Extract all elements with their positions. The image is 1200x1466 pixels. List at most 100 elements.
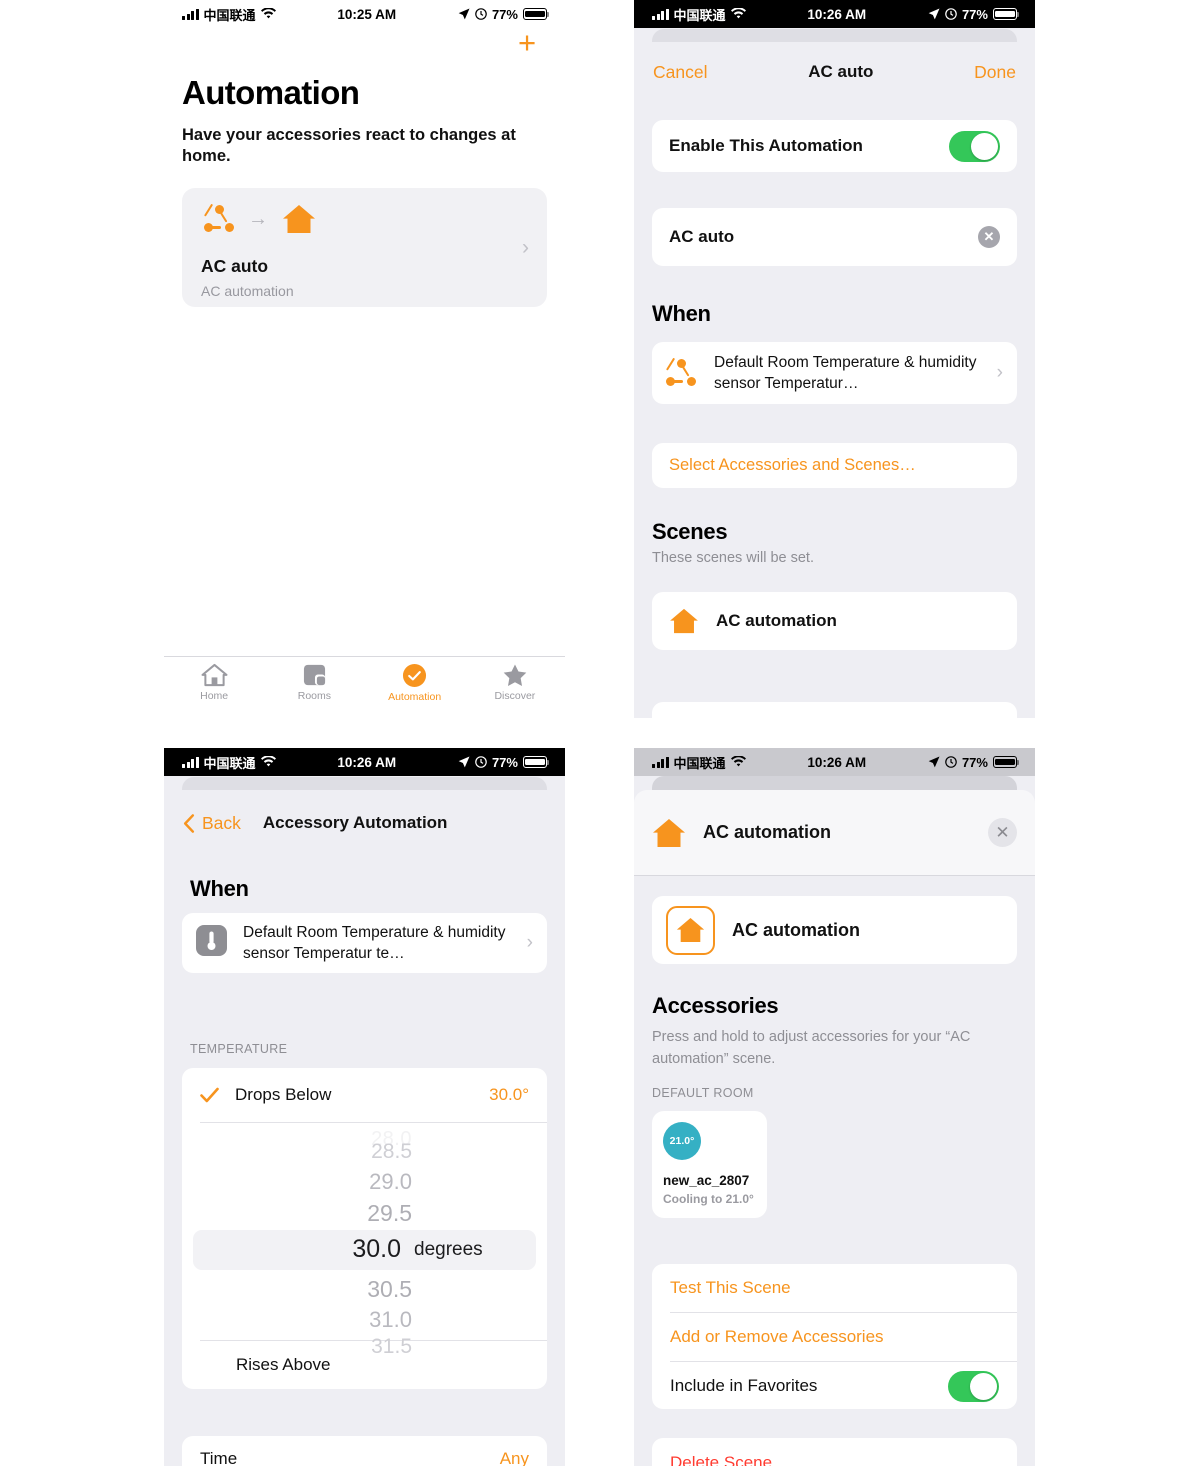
wifi-icon — [260, 756, 276, 767]
chevron-right-icon: › — [526, 932, 533, 953]
close-circle-icon[interactable]: ✕ — [988, 818, 1017, 847]
location-arrow-icon — [458, 8, 470, 20]
include-in-favorites-toggle[interactable] — [948, 1370, 999, 1402]
when-heading: When — [652, 301, 711, 326]
signal-bars-icon — [652, 8, 669, 20]
wifi-icon — [730, 756, 746, 767]
when-trigger-text: Default Room Temperature & humidity sens… — [714, 354, 977, 392]
scene-name-row[interactable]: AC automation — [652, 896, 1017, 964]
battery-icon — [992, 8, 1020, 20]
checkmark-icon — [200, 1087, 219, 1103]
cancel-button[interactable]: Cancel — [653, 62, 707, 83]
enable-automation-toggle[interactable] — [949, 130, 1000, 162]
picker-option: 31.5 — [371, 1335, 412, 1358]
signal-bars-icon — [182, 756, 199, 768]
carrier-label: 中国联通 — [673, 755, 726, 771]
picker-unit-label: degrees — [414, 1239, 483, 1260]
tab-rooms[interactable]: Rooms — [264, 663, 364, 702]
when-trigger-text: Default Room Temperature & humidity sens… — [243, 924, 506, 962]
include-in-favorites-row[interactable]: Include in Favorites — [652, 1362, 1017, 1409]
clock-label: 10:25 AM — [337, 6, 397, 22]
picker-option: 31.0 — [369, 1307, 412, 1332]
when-trigger-row[interactable]: Default Room Temperature & humidity sens… — [182, 913, 547, 973]
scene-detail-header: AC automation ✕ — [634, 790, 1035, 875]
automation-edit-panel: 中国联通 10:26 AM 77% Cancel AC auto Done En… — [634, 0, 1035, 718]
add-or-remove-accessories-label: Add or Remove Accessories — [670, 1327, 884, 1346]
picker-option: 30.5 — [367, 1276, 412, 1302]
page-title: Automation — [182, 74, 360, 111]
signal-bars-icon — [182, 8, 199, 20]
location-arrow-icon — [458, 756, 470, 768]
sensor-nodes-icon — [665, 357, 696, 387]
time-row[interactable]: Time Any — [182, 1436, 547, 1466]
scene-detail-title: AC automation — [703, 822, 831, 842]
accessory-tile[interactable]: 21.0° new_ac_2807 Cooling to 21.0° — [652, 1111, 767, 1218]
tab-automation[interactable]: Automation — [365, 663, 465, 703]
alarm-icon — [475, 756, 487, 768]
alarm-icon — [945, 756, 957, 768]
house-icon — [653, 818, 685, 847]
chevron-left-icon — [183, 813, 195, 833]
edit-sheet: Cancel AC auto Done Enable This Automati… — [634, 42, 1035, 718]
select-accessories-and-scenes-button[interactable]: Select Accessories and Scenes… — [652, 443, 1017, 488]
tab-discover[interactable]: Discover — [465, 663, 565, 702]
tab-bar: Home Rooms Automation Discover — [164, 656, 565, 718]
scene-row[interactable]: AC automation — [652, 592, 1017, 650]
accessory-temperature-badge: 21.0° — [663, 1122, 701, 1160]
house-icon — [670, 608, 698, 634]
scene-actions-card: Test This Scene Add or Remove Accessorie… — [652, 1264, 1017, 1409]
battery-percent-label: 77% — [491, 754, 518, 770]
delete-scene-card[interactable]: Delete Scene — [652, 1438, 1017, 1466]
scene-icon-frame — [666, 905, 715, 955]
automation-name-field[interactable]: AC auto ✕ — [652, 208, 1017, 266]
when-trigger-row[interactable]: Default Room Temperature & humidity sens… — [652, 342, 1017, 404]
carrier-label: 中国联通 — [203, 7, 256, 23]
drops-below-label: Drops Below — [235, 1085, 332, 1104]
drops-below-row[interactable]: Drops Below 30.0° — [182, 1068, 547, 1122]
time-label: Time — [200, 1449, 238, 1466]
house-icon — [676, 918, 705, 942]
status-bar: 中国联通 10:25 AM 77% — [164, 0, 565, 28]
enable-automation-row[interactable]: Enable This Automation — [652, 120, 1017, 172]
test-this-scene-label: Test This Scene — [670, 1278, 791, 1297]
temperature-group-header: TEMPERATURE — [190, 1042, 288, 1056]
status-bar: 中国联通 10:26 AM 77% — [634, 748, 1035, 776]
alarm-icon — [945, 8, 957, 20]
scene-row-label: AC automation — [716, 611, 837, 630]
automation-card[interactable]: → AC auto AC automation › — [182, 188, 547, 307]
arrow-right-icon: → — [248, 208, 268, 230]
add-or-remove-accessories-button[interactable]: Add or Remove Accessories — [652, 1313, 1017, 1361]
time-value: Any — [499, 1449, 529, 1466]
next-card-peek[interactable] — [652, 702, 1017, 718]
battery-icon — [522, 756, 550, 768]
star-icon — [503, 664, 527, 687]
sheet-nav-bar: Cancel AC auto Done — [634, 42, 1035, 102]
accessory-automation-panel: 中国联通 10:26 AM 77% Back Accessory Automat… — [164, 748, 565, 1466]
tab-label: Home — [200, 690, 229, 702]
status-bar: 中国联通 10:26 AM 77% — [634, 0, 1035, 28]
automation-card-name: AC auto — [201, 256, 269, 276]
thermometer-icon — [196, 925, 227, 961]
test-this-scene-button[interactable]: Test This Scene — [652, 1264, 1017, 1312]
temperature-picker[interactable]: 28.0 28.5 29.0 29.5 30.0 degrees 30.5 31… — [182, 1123, 547, 1358]
tab-label: Discover — [494, 690, 536, 702]
accessory-state: Cooling to 21.0° — [663, 1192, 754, 1206]
done-button[interactable]: Done — [974, 62, 1016, 83]
status-bar: 中国联通 10:26 AM 77% — [164, 748, 565, 776]
automation-check-icon — [403, 663, 427, 688]
wifi-icon — [730, 8, 746, 19]
enable-automation-label: Enable This Automation — [669, 136, 863, 155]
house-outline-icon — [201, 663, 228, 687]
clock-label: 10:26 AM — [337, 754, 397, 770]
add-automation-button[interactable]: + — [513, 27, 541, 58]
accessory-name: new_ac_2807 — [663, 1173, 750, 1188]
select-accessories-label: Select Accessories and Scenes… — [669, 456, 916, 474]
page-subtitle: Have your accessories react to changes a… — [182, 126, 516, 165]
clear-circle-icon[interactable]: ✕ — [978, 226, 1000, 248]
automation-card-icons: → — [203, 203, 316, 234]
tab-home[interactable]: Home — [164, 663, 264, 702]
back-button[interactable]: Back — [183, 813, 241, 834]
sheet-nav-bar: Back Accessory Automation — [164, 790, 565, 856]
delete-scene-label: Delete Scene — [670, 1453, 773, 1466]
temperature-condition-card: Drops Below 30.0° 28.0 28.5 29.0 29.5 30… — [182, 1068, 547, 1389]
